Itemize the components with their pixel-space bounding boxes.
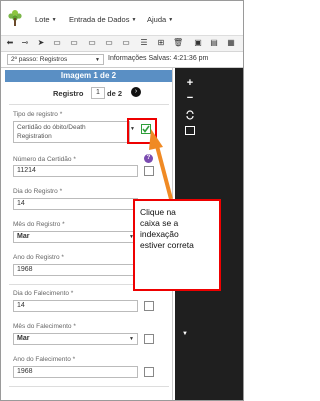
instruction-callout: Clique na caixa se a indexação estiver c…: [133, 199, 221, 291]
app-window: Lote ▼ Entrada de Dados ▼ Ajuda ▼ ⬅ ⊸ ➤ ▭ ▭…: [0, 0, 244, 401]
callout-text: Clique na caixa se a indexação estiver c…: [140, 207, 194, 250]
